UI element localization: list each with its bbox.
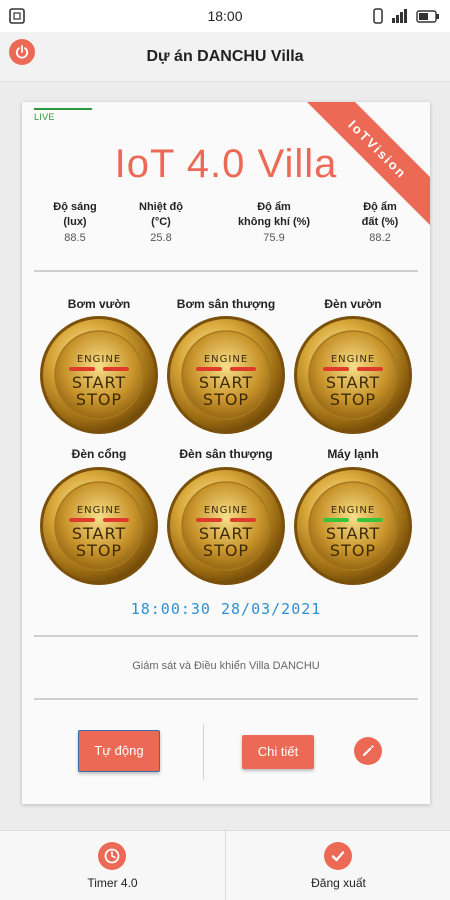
edit-button[interactable]	[354, 737, 382, 765]
device-label: Đèn sân thượng	[179, 447, 273, 461]
sensor-label: Độ ẩm	[257, 201, 291, 213]
datetime-display: 18:00:30 28/03/2021	[130, 600, 322, 618]
sensor-label: Độ ẩm	[363, 201, 397, 213]
divider	[34, 270, 418, 272]
device-label: Đèn cổng	[71, 447, 127, 461]
device-label: Máy lạnh	[327, 447, 379, 461]
sensor-air-humidity: Độ ẩm không khí (%) 75.9	[220, 200, 328, 244]
divider	[34, 698, 418, 700]
engine-button-graphic: ENGINESTARTSTOP	[294, 467, 412, 585]
engine-text: ENGINE	[77, 354, 121, 365]
status-led-right	[230, 367, 256, 371]
engine-button-graphic: ENGINESTARTSTOP	[294, 316, 412, 434]
pencil-icon	[363, 745, 374, 756]
sensor-value: 88.5	[64, 232, 86, 244]
nav-timer-label: Timer 4.0	[87, 876, 138, 890]
device-toggle-den-vuon[interactable]: ENGINE START STOP	[293, 315, 413, 435]
engine-text: ENGINE	[331, 505, 375, 516]
device-toggle-bom-san-thuong[interactable]: ENGINE START STOP	[166, 315, 286, 435]
engine-text: ENGINE	[77, 505, 121, 516]
nav-logout[interactable]: Đăng xuất	[226, 831, 450, 900]
sensor-temperature: Nhiệt độ (°C) 25.8	[126, 200, 196, 244]
battery-icon	[416, 9, 439, 23]
nav-timer-icon-wrap	[98, 842, 126, 870]
stop-text: STOP	[330, 390, 376, 409]
engine-button-graphic: ENGINESTARTSTOP	[167, 316, 285, 434]
sensor-light: Độ sáng (lux) 88.5	[44, 200, 106, 244]
engine-text: ENGINE	[204, 505, 248, 516]
sensor-soil-humidity: Độ ẩm đất (%) 88.2	[348, 200, 412, 244]
stop-text: STOP	[76, 390, 122, 409]
villa-card: LIVE IoTVision IoT 4.0 Villa Độ sáng (lu…	[22, 102, 430, 804]
page-title: Dự án DANCHU Villa	[146, 48, 304, 65]
status-led-right	[230, 518, 256, 522]
sensor-label: Nhiệt độ	[139, 201, 183, 213]
sensor-value: 88.2	[369, 232, 391, 244]
status-led-right	[357, 518, 383, 522]
device-toggle-may-lanh[interactable]: ENGINE START STOP	[293, 466, 413, 586]
status-led-right	[103, 518, 129, 522]
clock-icon	[104, 848, 120, 864]
check-icon	[331, 851, 345, 862]
live-indicator: LIVE	[34, 108, 92, 122]
device-label: Bơm vườn	[67, 297, 131, 311]
stop-text: STOP	[330, 541, 376, 560]
sensor-unit: (°C)	[151, 216, 171, 228]
status-led-left	[196, 367, 222, 371]
nav-timer[interactable]: Timer 4.0	[0, 831, 225, 900]
stop-text: STOP	[203, 541, 249, 560]
engine-text: ENGINE	[331, 354, 375, 365]
bottom-nav: Timer 4.0 Đăng xuất	[0, 830, 450, 900]
status-led-left	[323, 518, 349, 522]
device-toggle-den-cong[interactable]: ENGINE START STOP	[39, 466, 159, 586]
engine-button-graphic: ENGINESTARTSTOP	[40, 316, 158, 434]
card-footer-text: Giám sát và Điều khiển Villa DANCHU	[132, 660, 320, 672]
device-toggle-bom-vuon[interactable]: ENGINE START STOP	[39, 315, 159, 435]
status-led-left	[196, 518, 222, 522]
signal-icon	[392, 9, 407, 23]
engine-text: ENGINE	[204, 354, 248, 365]
engine-button-graphic: ENGINESTARTSTOP	[40, 467, 158, 585]
device-toggle-den-san-thuong[interactable]: ENGINE START STOP	[166, 466, 286, 586]
status-bar: 18:00	[0, 0, 450, 32]
sensor-unit: đất (%)	[361, 216, 399, 228]
device-label: Đèn vườn	[324, 297, 382, 311]
status-led-right	[103, 367, 129, 371]
sensor-unit: (lux)	[63, 216, 87, 228]
divider	[34, 635, 418, 637]
device-label: Bơm sân thượng	[176, 297, 276, 311]
status-led-left	[69, 367, 95, 371]
vibrate-icon	[373, 8, 383, 24]
status-led-right	[357, 367, 383, 371]
nav-logout-icon-wrap	[324, 842, 352, 870]
sensor-value: 25.8	[150, 232, 172, 244]
engine-button-graphic: ENGINESTARTSTOP	[167, 467, 285, 585]
sensor-unit: không khí (%)	[237, 216, 311, 228]
sensor-label: Độ sáng	[53, 201, 97, 213]
auto-button[interactable]: Tự động	[78, 730, 160, 772]
status-led-left	[69, 518, 95, 522]
live-label: LIVE	[34, 112, 55, 122]
sensor-value: 75.9	[263, 232, 285, 244]
stop-text: STOP	[76, 541, 122, 560]
app-bar: Dự án DANCHU Villa	[0, 32, 450, 82]
stop-text: STOP	[203, 390, 249, 409]
vertical-divider	[203, 724, 204, 780]
nav-logout-label: Đăng xuất	[311, 876, 366, 890]
headline: IoT 4.0 Villa	[114, 142, 338, 186]
status-led-left	[323, 367, 349, 371]
detail-button[interactable]: Chi tiết	[242, 735, 314, 769]
